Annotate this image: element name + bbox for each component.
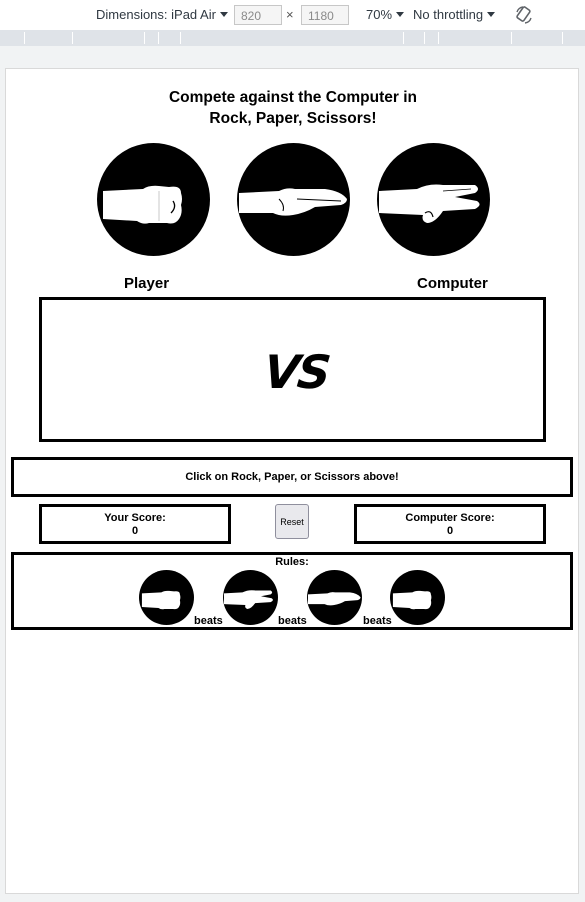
beats-label-2: beats xyxy=(278,615,307,627)
your-score-value: 0 xyxy=(131,525,139,537)
your-score-label: Your Score: xyxy=(104,512,166,524)
player-score-box: Your Score: 0 xyxy=(39,504,231,544)
title-line-2: Rock, Paper, Scissors! xyxy=(209,110,377,127)
rules-panel: Rules: beats beats beats xyxy=(11,552,573,630)
chevron-down-icon xyxy=(487,12,496,17)
paper-hand-icon xyxy=(239,188,347,216)
player-label: Player xyxy=(124,275,170,292)
rock-hand-icon xyxy=(392,590,432,610)
reset-button[interactable]: Reset xyxy=(275,504,309,539)
devtools-device-toolbar: Dimensions: iPad Air 820 × 1180 70% No t… xyxy=(0,0,585,30)
throttling-label: No throttling xyxy=(413,7,484,22)
page-title: Compete against the Computer in Rock, Pa… xyxy=(6,87,580,129)
rules-scissors xyxy=(223,570,278,625)
computer-label: Computer xyxy=(417,275,488,292)
scissors-button[interactable] xyxy=(377,143,490,256)
result-message: Click on Rock, Paper, or Scissors above! xyxy=(11,457,573,497)
rotate-icon[interactable] xyxy=(514,5,534,25)
battle-arena: VS xyxy=(39,297,546,442)
chevron-down-icon xyxy=(396,12,405,17)
rules-paper xyxy=(307,570,362,625)
zoom-dropdown[interactable]: 70% xyxy=(366,7,405,22)
rules-title: Rules: xyxy=(275,556,309,568)
rock-hand-icon xyxy=(103,185,182,224)
rock-hand-icon xyxy=(141,590,181,610)
computer-score-box: Computer Score: 0 xyxy=(354,504,546,544)
computer-score-label: Computer Score: xyxy=(405,512,495,524)
media-query-ruler[interactable] xyxy=(0,30,585,46)
paper-hand-icon xyxy=(307,592,361,606)
beats-label-3: beats xyxy=(363,615,392,627)
dimensions-label: Dimensions: iPad Air xyxy=(96,7,216,22)
rules-rock-end xyxy=(390,570,445,625)
scissors-hand-icon xyxy=(223,590,273,609)
vs-text: VS xyxy=(261,345,332,399)
scissors-hand-icon xyxy=(379,184,480,223)
emulated-page: Compete against the Computer in Rock, Pa… xyxy=(5,68,579,894)
width-input[interactable]: 820 xyxy=(234,5,282,25)
paper-button[interactable] xyxy=(237,143,350,256)
beats-label-1: beats xyxy=(194,615,223,627)
times-sign: × xyxy=(286,7,294,22)
chevron-down-icon xyxy=(219,12,228,17)
rules-rock xyxy=(139,570,194,625)
throttling-dropdown[interactable]: No throttling xyxy=(413,7,496,22)
title-line-1: Compete against the Computer in xyxy=(168,89,418,106)
height-input[interactable]: 1180 xyxy=(301,5,349,25)
computer-score-value: 0 xyxy=(446,525,454,537)
rock-button[interactable] xyxy=(97,143,210,256)
dimensions-dropdown[interactable]: Dimensions: iPad Air xyxy=(96,7,228,22)
zoom-label: 70% xyxy=(366,7,393,22)
